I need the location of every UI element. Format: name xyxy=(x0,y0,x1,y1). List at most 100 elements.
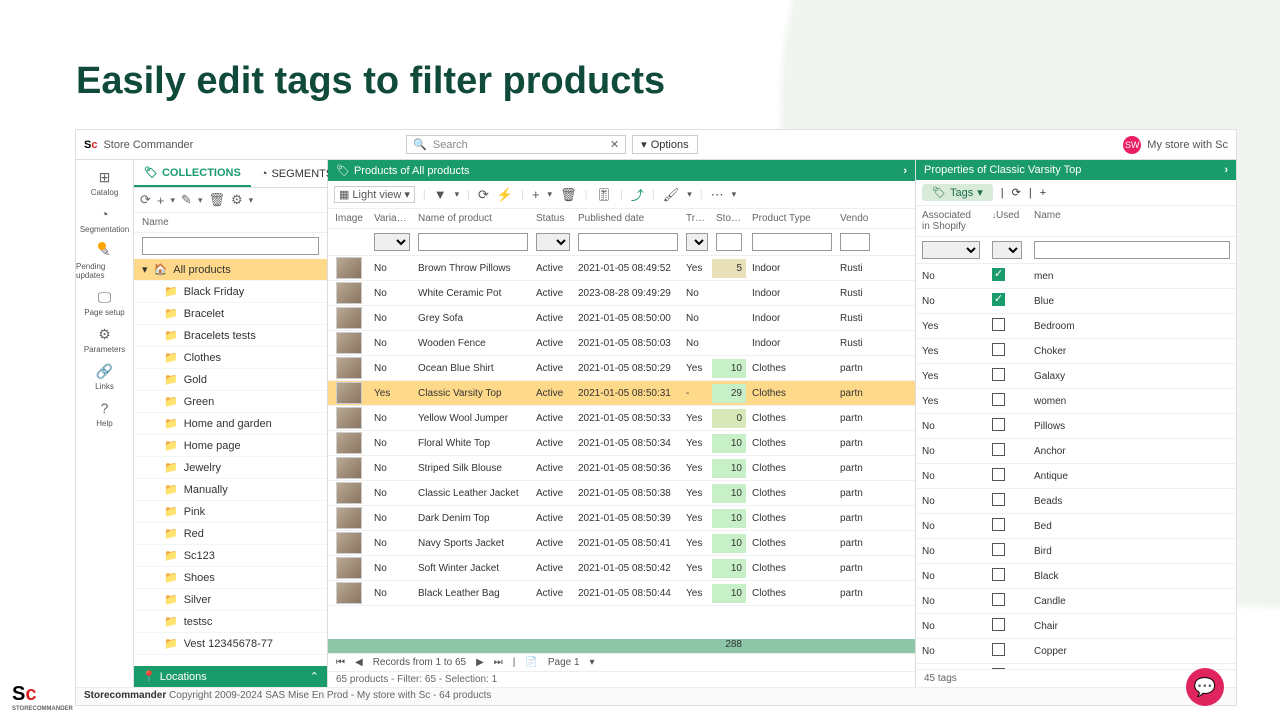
plus-icon[interactable]: + xyxy=(1040,187,1046,199)
tree-item[interactable]: 📁Green xyxy=(134,391,327,413)
gear-icon[interactable]: ⚙ xyxy=(231,192,243,208)
tag-row[interactable]: No Candle xyxy=(916,589,1236,614)
nav-help[interactable]: ?Help xyxy=(76,395,133,432)
tag-row[interactable]: No Copper xyxy=(916,639,1236,664)
tag-row[interactable]: Yes women xyxy=(916,389,1236,414)
checkbox[interactable] xyxy=(992,643,1005,656)
filter-assoc[interactable] xyxy=(922,241,980,259)
table-row[interactable]: No Brown Throw Pillows Active 2021-01-05… xyxy=(328,256,915,281)
column-header[interactable]: Name of product xyxy=(414,209,532,228)
tag-row[interactable]: No Anchor xyxy=(916,439,1236,464)
column-header[interactable]: Published date xyxy=(574,209,682,228)
table-row[interactable]: No Black Leather Bag Active 2021-01-05 0… xyxy=(328,581,915,606)
filter-name[interactable] xyxy=(418,233,528,251)
checkbox[interactable] xyxy=(992,543,1005,556)
filter-used[interactable] xyxy=(992,241,1022,259)
export-icon[interactable]: ⤴ xyxy=(631,185,644,204)
filter-date[interactable] xyxy=(578,233,678,251)
table-row[interactable]: No Navy Sports Jacket Active 2021-01-05 … xyxy=(328,531,915,556)
tree-item[interactable]: 📁Jewelry xyxy=(134,457,327,479)
bolt-icon[interactable]: ⚡ xyxy=(497,187,513,203)
filter-tagname[interactable] xyxy=(1034,241,1230,259)
locations-bar[interactable]: 📍 Locations ⌃ xyxy=(134,666,327,687)
nav-links[interactable]: 🔗Links xyxy=(76,358,133,395)
table-row[interactable]: No White Ceramic Pot Active 2023-08-28 0… xyxy=(328,281,915,306)
chat-button[interactable]: 💬 xyxy=(1186,668,1224,706)
tag-row[interactable]: No Antique xyxy=(916,464,1236,489)
clear-icon[interactable]: ✕ xyxy=(610,138,619,151)
tag-row[interactable]: No Blue xyxy=(916,289,1236,314)
filter-status[interactable] xyxy=(536,233,570,251)
sliders-icon[interactable]: 🎚 xyxy=(595,187,612,203)
plus-icon[interactable]: + xyxy=(157,193,165,208)
tree-item[interactable]: 📁Clothes xyxy=(134,347,327,369)
tag-row[interactable]: No men xyxy=(916,264,1236,289)
filter-type[interactable] xyxy=(752,233,832,251)
tag-row[interactable]: No Bird xyxy=(916,539,1236,564)
refresh-icon[interactable]: ⟳ xyxy=(1012,186,1021,199)
table-row[interactable]: No Wooden Fence Active 2021-01-05 08:50:… xyxy=(328,331,915,356)
nav-segmentation[interactable]: ◔Segmentation xyxy=(76,201,133,238)
tree-item[interactable]: ▾🏠All products xyxy=(134,259,327,281)
paint-icon[interactable]: 🖌 xyxy=(663,187,680,203)
tree-item[interactable]: 📁Bracelets tests xyxy=(134,325,327,347)
tag-row[interactable]: No Chair xyxy=(916,614,1236,639)
tag-row[interactable]: No Bed xyxy=(916,514,1236,539)
tree-item[interactable]: 📁Home and garden xyxy=(134,413,327,435)
column-header[interactable]: Status xyxy=(532,209,574,228)
trash-icon[interactable]: 🗑 xyxy=(208,192,225,208)
table-row[interactable]: No Yellow Wool Jumper Active 2021-01-05 … xyxy=(328,406,915,431)
tree-item[interactable]: 📁Home page xyxy=(134,435,327,457)
table-row[interactable]: No Ocean Blue Shirt Active 2021-01-05 08… xyxy=(328,356,915,381)
filter-vendor[interactable] xyxy=(840,233,870,251)
checkbox[interactable] xyxy=(992,293,1005,306)
refresh-icon[interactable]: ⟳ xyxy=(478,187,489,203)
first-page-icon[interactable]: ⏮ xyxy=(336,657,345,668)
checkbox[interactable] xyxy=(992,418,1005,431)
next-page-icon[interactable]: ▶ xyxy=(476,657,484,668)
column-header[interactable]: Product Type xyxy=(746,209,836,228)
tree-item[interactable]: 📁Black Friday xyxy=(134,281,327,303)
column-header[interactable]: Stock available xyxy=(712,209,746,228)
nav-parameters[interactable]: ⚙Parameters xyxy=(76,321,133,358)
store-account[interactable]: SW My store with Sc xyxy=(1123,136,1228,154)
tree-item[interactable]: 📁Vest 12345678-77 xyxy=(134,633,327,655)
checkbox[interactable] xyxy=(992,518,1005,531)
tag-row[interactable]: Yes Galaxy xyxy=(916,364,1236,389)
checkbox[interactable] xyxy=(992,443,1005,456)
search-input[interactable]: 🔍 Search ✕ xyxy=(406,135,626,154)
tree-item[interactable]: 📁Red xyxy=(134,523,327,545)
checkbox[interactable] xyxy=(992,343,1005,356)
tree-item[interactable]: 📁Shoes xyxy=(134,567,327,589)
refresh-icon[interactable]: ⟳ xyxy=(140,192,151,208)
last-page-icon[interactable]: ⏭ xyxy=(494,657,503,668)
trash-icon[interactable]: 🗑 xyxy=(560,187,577,203)
tag-row[interactable]: No Beads xyxy=(916,489,1236,514)
checkbox[interactable] xyxy=(992,268,1005,281)
checkbox[interactable] xyxy=(992,568,1005,581)
table-row[interactable]: Yes Classic Varsity Top Active 2021-01-0… xyxy=(328,381,915,406)
nav-page-setup[interactable]: 🖵Page setup xyxy=(76,284,133,321)
chevron-right-icon[interactable]: › xyxy=(903,165,907,177)
tree-item[interactable]: 📁Gold xyxy=(134,369,327,391)
filter-stock[interactable] xyxy=(716,233,742,251)
nav-catalog[interactable]: ⊞Catalog xyxy=(76,164,133,201)
column-header[interactable]: Variant ? xyxy=(370,209,414,228)
table-row[interactable]: No Classic Leather Jacket Active 2021-01… xyxy=(328,481,915,506)
checkbox[interactable] xyxy=(992,318,1005,331)
tree-item[interactable]: 📁Bracelet xyxy=(134,303,327,325)
table-row[interactable]: No Soft Winter Jacket Active 2021-01-05 … xyxy=(328,556,915,581)
plus-icon[interactable]: + xyxy=(532,187,540,202)
view-mode-button[interactable]: ▦Light view▾ xyxy=(334,186,415,203)
checkbox[interactable] xyxy=(992,393,1005,406)
tab-collections[interactable]: 🏷 COLLECTIONS xyxy=(134,160,251,187)
checkbox[interactable] xyxy=(992,493,1005,506)
tree-item[interactable]: 📁testsc xyxy=(134,611,327,633)
checkbox[interactable] xyxy=(992,618,1005,631)
chevron-right-icon[interactable]: › xyxy=(1224,164,1228,176)
table-row[interactable]: No Floral White Top Active 2021-01-05 08… xyxy=(328,431,915,456)
tag-row[interactable]: No Pillows xyxy=(916,414,1236,439)
nav-pending-updates[interactable]: ✎Pending updates xyxy=(76,238,133,284)
prev-page-icon[interactable]: ◀ xyxy=(355,657,363,668)
tree-item[interactable]: 📁Pink xyxy=(134,501,327,523)
